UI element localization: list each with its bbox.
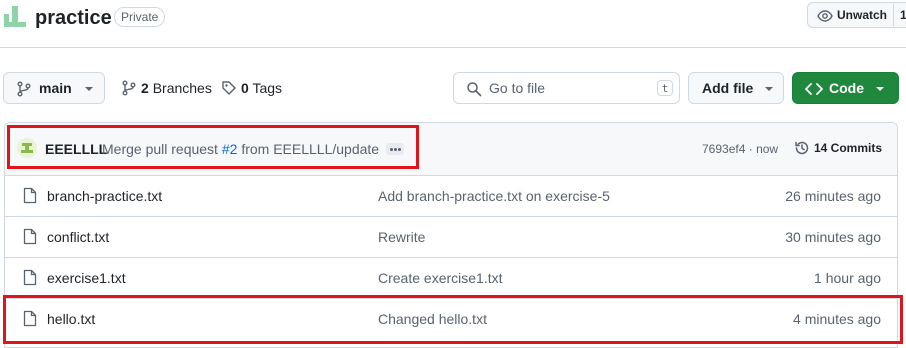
history-icon: [795, 141, 809, 155]
search-icon: [466, 81, 482, 97]
tag-icon: [221, 80, 237, 96]
file-commit-age: 26 minutes ago: [785, 188, 881, 204]
file-name-link[interactable]: branch-practice.txt: [47, 188, 162, 204]
watch-count: 1: [893, 4, 906, 26]
tags-link[interactable]: 0 Tags: [221, 80, 282, 96]
code-icon: [805, 81, 823, 97]
chevron-down-icon: [84, 86, 94, 92]
add-file-label: Add file: [702, 80, 754, 96]
file-row[interactable]: exercise1.txt Create exercise1.txt 1 hou…: [5, 257, 897, 299]
add-file-button[interactable]: Add file: [688, 72, 784, 104]
file-commit-age: 30 minutes ago: [785, 229, 881, 245]
file-row[interactable]: branch-practice.txt Add branch-practice.…: [5, 175, 897, 217]
unwatch-button[interactable]: Unwatch 1: [807, 2, 906, 28]
git-branch-icon: [121, 80, 137, 96]
branch-name: main: [39, 80, 72, 96]
chevron-down-icon: [875, 86, 885, 92]
chevron-down-icon: [764, 86, 774, 92]
commit-sha[interactable]: 7693ef4 · now: [702, 142, 778, 156]
commit-separator: ·: [748, 142, 753, 156]
visibility-badge: Private: [114, 7, 166, 27]
commits-history-link[interactable]: 14 Commits: [794, 140, 882, 156]
file-icon: [23, 269, 37, 286]
file-commit-message[interactable]: Add branch-practice.txt on exercise-5: [378, 188, 610, 204]
highlight-box-commit: [7, 125, 419, 169]
file-icon: [23, 187, 37, 204]
keyboard-shortcut-hint: t: [657, 80, 673, 96]
go-to-file-search[interactable]: t: [453, 72, 680, 104]
file-icon: [23, 228, 37, 245]
file-row[interactable]: conflict.txt Rewrite 30 minutes ago: [5, 216, 897, 258]
unwatch-label: Unwatch: [837, 8, 888, 22]
commit-time: now: [756, 142, 779, 156]
tags-label: Tags: [252, 80, 283, 96]
file-commit-message[interactable]: Rewrite: [378, 229, 425, 245]
repo-avatar-icon: [2, 4, 28, 30]
eye-icon: [817, 8, 833, 24]
git-branch-icon: [16, 81, 32, 97]
tags-count: 0: [241, 80, 249, 96]
code-label: Code: [829, 80, 864, 96]
file-commit-message[interactable]: Create exercise1.txt: [378, 270, 503, 286]
branches-count: 2: [141, 80, 149, 96]
highlight-box-hello-row: [3, 295, 903, 344]
file-commit-age: 1 hour ago: [814, 270, 881, 286]
go-to-file-input[interactable]: [489, 78, 639, 98]
code-button[interactable]: Code: [792, 72, 899, 104]
repo-name[interactable]: practice: [35, 4, 112, 32]
branches-label: Branches: [152, 80, 212, 96]
branches-link[interactable]: 2 Branches: [121, 80, 212, 96]
header-divider: [0, 47, 906, 48]
commits-count-label: 14 Commits: [814, 141, 883, 155]
branch-select-button[interactable]: main: [3, 72, 105, 104]
file-name-link[interactable]: conflict.txt: [47, 229, 109, 245]
file-name-link[interactable]: exercise1.txt: [47, 270, 126, 286]
commit-sha-value: 7693ef4: [702, 142, 746, 156]
